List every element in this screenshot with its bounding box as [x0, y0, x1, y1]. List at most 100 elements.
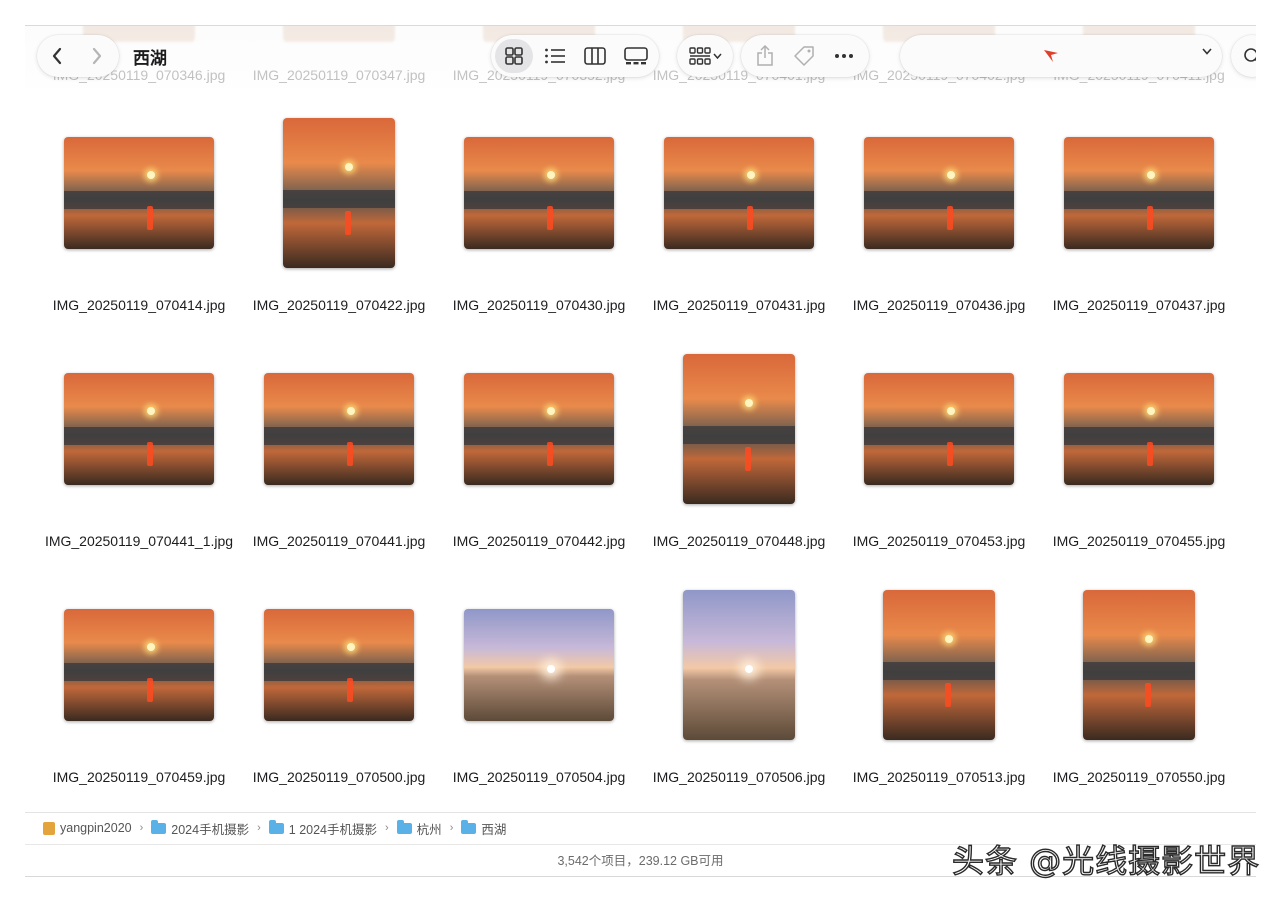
image-thumbnail[interactable] [1064, 373, 1214, 485]
image-thumbnail[interactable] [683, 354, 795, 504]
reflection-shape [1146, 442, 1153, 467]
thumbnail-container [439, 580, 639, 750]
file-item[interactable]: IMG_20250119_070414.jpg [39, 108, 239, 344]
file-item[interactable]: IMG_20250119_070513.jpg [839, 580, 1039, 816]
thumbnail-container [639, 344, 839, 514]
file-name: IMG_20250119_070550.jpg [1052, 769, 1226, 785]
grid-view-icon [505, 47, 523, 65]
sun-shape [546, 406, 555, 415]
file-name: IMG_20250119_070448.jpg [652, 533, 826, 549]
file-item[interactable]: IMG_20250119_070500.jpg [239, 580, 439, 816]
search-field[interactable] [900, 35, 1222, 77]
image-thumbnail[interactable] [64, 373, 214, 485]
file-item[interactable]: IMG_20250119_070550.jpg [1039, 580, 1239, 816]
column-view-icon [584, 47, 607, 65]
image-thumbnail[interactable] [864, 373, 1014, 485]
gallery-view-button[interactable] [617, 39, 655, 73]
file-item[interactable]: IMG_20250119_070504.jpg [439, 580, 639, 816]
image-thumbnail[interactable] [64, 609, 214, 721]
folder-icon [151, 819, 167, 834]
reflection-shape [346, 442, 353, 467]
image-thumbnail[interactable] [864, 137, 1014, 249]
path-item[interactable]: 杭州 [396, 819, 442, 838]
reflection-shape [546, 206, 553, 231]
bookmark-flag-icon [1044, 50, 1058, 62]
column-view-button[interactable] [576, 39, 614, 73]
file-item[interactable]: IMG_20250119_070442.jpg [439, 344, 639, 580]
forward-button[interactable] [77, 35, 117, 77]
image-thumbnail[interactable] [664, 137, 814, 249]
file-name: IMG_20250119_070422.jpg [252, 297, 426, 313]
file-name: IMG_20250119_070437.jpg [1052, 297, 1226, 313]
file-item[interactable]: IMG_20250119_070448.jpg [639, 344, 839, 580]
horizon-shape [1083, 662, 1195, 680]
image-thumbnail[interactable] [1064, 137, 1214, 249]
thumbnail-container [1039, 580, 1239, 750]
toolbar: 西湖 [25, 26, 1256, 88]
file-item[interactable]: IMG_20250119_070441_1.jpg [39, 344, 239, 580]
chevron-down-icon[interactable] [1202, 48, 1212, 55]
file-item[interactable]: IMG_20250119_070430.jpg [439, 108, 639, 344]
thumbnail-container [239, 580, 439, 750]
grid-view-button[interactable] [495, 39, 533, 73]
sun-shape [346, 642, 355, 651]
file-item[interactable]: IMG_20250119_070437.jpg [1039, 108, 1239, 344]
chevron-left-icon [52, 47, 62, 65]
image-thumbnail[interactable] [464, 609, 614, 721]
back-button[interactable] [37, 35, 77, 77]
reflection-shape [1144, 683, 1151, 707]
share-icon[interactable] [756, 45, 774, 67]
image-thumbnail[interactable] [464, 373, 614, 485]
home-folder-icon [43, 821, 55, 835]
image-thumbnail[interactable] [464, 137, 614, 249]
image-thumbnail[interactable] [264, 609, 414, 721]
sun-shape [146, 406, 155, 415]
file-name: IMG_20250119_070513.jpg [852, 769, 1026, 785]
reflection-shape [946, 206, 953, 231]
file-item[interactable]: IMG_20250119_070441.jpg [239, 344, 439, 580]
file-item[interactable]: IMG_20250119_070506.jpg [639, 580, 839, 816]
thumbnail-container [839, 344, 1039, 514]
file-name: IMG_20250119_070506.jpg [652, 769, 826, 785]
thumbnail-container [439, 344, 639, 514]
file-name: IMG_20250119_070459.jpg [52, 769, 226, 785]
reflection-shape [1146, 206, 1153, 231]
reflection-shape [344, 211, 351, 235]
file-item[interactable]: IMG_20250119_070422.jpg [239, 108, 439, 344]
file-name: IMG_20250119_070436.jpg [852, 297, 1026, 313]
file-item[interactable]: IMG_20250119_070453.jpg [839, 344, 1039, 580]
file-item[interactable]: IMG_20250119_070455.jpg [1039, 344, 1239, 580]
image-thumbnail[interactable] [683, 590, 795, 740]
tag-icon[interactable] [793, 45, 815, 67]
search-button[interactable] [1231, 35, 1256, 77]
path-item[interactable]: 西湖 [461, 819, 506, 838]
image-thumbnail[interactable] [1083, 590, 1195, 740]
thumbnail-container [439, 108, 639, 278]
group-by-button[interactable] [677, 35, 733, 77]
reflection-shape [346, 678, 353, 703]
file-name: IMG_20250119_070441.jpg [252, 533, 426, 549]
list-view-icon [544, 48, 565, 64]
file-item[interactable]: IMG_20250119_070436.jpg [839, 108, 1039, 344]
path-item-label: 杭州 [416, 822, 442, 837]
image-thumbnail[interactable] [264, 373, 414, 485]
file-item[interactable]: IMG_20250119_070431.jpg [639, 108, 839, 344]
horizon-shape [864, 190, 1014, 209]
thumbnail-container [639, 580, 839, 750]
image-thumbnail[interactable] [883, 590, 995, 740]
sun-shape [1146, 170, 1155, 179]
file-item[interactable]: IMG_20250119_070459.jpg [39, 580, 239, 816]
list-view-button[interactable] [536, 39, 574, 73]
horizon-shape [264, 426, 414, 445]
sun-shape [946, 406, 955, 415]
path-item[interactable]: yangpin2020 [43, 821, 132, 835]
image-thumbnail[interactable] [283, 118, 395, 268]
more-icon[interactable] [834, 53, 854, 59]
image-thumbnail[interactable] [64, 137, 214, 249]
path-item[interactable]: 2024手机摄影 [151, 819, 249, 838]
path-item[interactable]: 1 2024手机摄影 [268, 819, 377, 838]
thumbnail-container [839, 580, 1039, 750]
path-separator-icon: › [385, 822, 389, 834]
file-name: IMG_20250119_070504.jpg [452, 769, 626, 785]
sun-shape [744, 665, 753, 673]
